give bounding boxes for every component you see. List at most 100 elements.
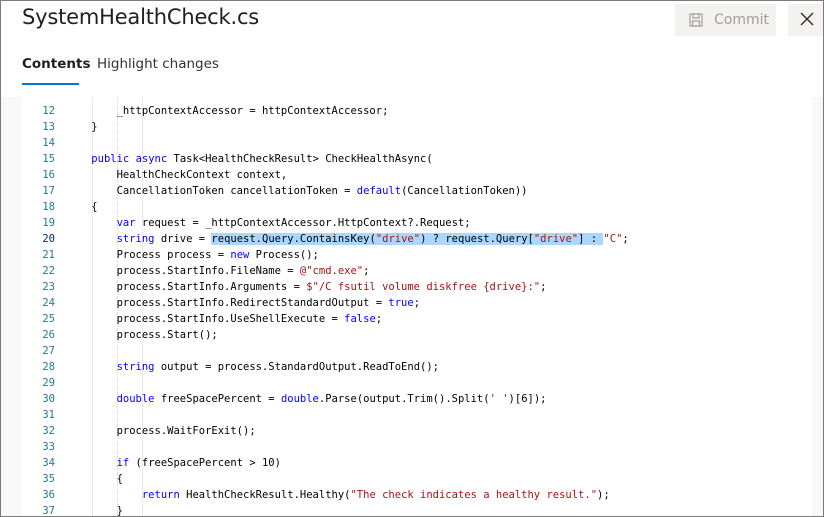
code-text: HealthCheckContext context, bbox=[66, 167, 288, 183]
active-tab-indicator bbox=[22, 83, 79, 85]
code-token: Task<HealthCheckResult> CheckHealthAsync… bbox=[167, 153, 433, 165]
code-line[interactable]: 33 bbox=[22, 439, 812, 455]
code-line[interactable]: 18 { bbox=[22, 199, 812, 215]
code-token: Process(); bbox=[249, 249, 319, 261]
code-token: "C" bbox=[603, 233, 623, 245]
code-token: HealthCheckResult.Healthy( bbox=[179, 489, 351, 501]
line-number: 35 bbox=[42, 473, 55, 485]
code-editor-content[interactable]: 12 _httpContextAccessor = httpContextAcc… bbox=[22, 97, 812, 517]
code-token: } bbox=[66, 505, 123, 517]
close-icon bbox=[800, 11, 814, 30]
code-token: string bbox=[116, 361, 155, 373]
code-line[interactable]: 12 _httpContextAccessor = httpContextAcc… bbox=[22, 103, 812, 119]
code-token: ; bbox=[413, 297, 421, 309]
code-token: process.StartInfo.FileName = bbox=[66, 265, 300, 277]
code-token: double bbox=[280, 393, 319, 405]
close-button[interactable] bbox=[788, 4, 823, 36]
code-token: Process process = bbox=[66, 249, 231, 261]
line-number: 32 bbox=[42, 425, 55, 437]
line-number: 12 bbox=[42, 105, 55, 117]
code-token: CancellationToken cancellationToken = bbox=[66, 185, 357, 197]
code-token: process.StartInfo.Arguments = bbox=[66, 281, 307, 293]
tab-highlight-changes[interactable]: Highlight changes bbox=[97, 56, 219, 72]
code-text: { bbox=[66, 471, 123, 487]
code-text: { bbox=[66, 199, 98, 215]
save-icon bbox=[688, 12, 704, 28]
code-token: public bbox=[91, 153, 130, 165]
code-line[interactable]: 24 process.StartInfo.RedirectStandardOut… bbox=[22, 295, 812, 311]
line-number: 14 bbox=[42, 137, 55, 149]
tab-contents[interactable]: Contents bbox=[22, 56, 91, 72]
code-token: default bbox=[356, 185, 402, 197]
code-line[interactable]: 35 { bbox=[22, 471, 812, 487]
code-line[interactable]: 34 if (freeSpacePercent > 10) bbox=[22, 455, 812, 471]
code-token: process.WaitForExit(); bbox=[66, 425, 256, 437]
line-number: 20 bbox=[42, 233, 55, 245]
code-token: double bbox=[116, 393, 155, 405]
code-text: process.StartInfo.UseShellExecute = fals… bbox=[66, 311, 383, 327]
code-line[interactable]: 13 } bbox=[22, 119, 812, 135]
line-number: 30 bbox=[42, 393, 55, 405]
code-token: @"cmd.exe" bbox=[299, 265, 364, 277]
code-text: process.Start(); bbox=[66, 327, 218, 343]
code-token: )[6]); bbox=[508, 393, 547, 405]
code-token: var bbox=[116, 217, 136, 229]
code-line[interactable]: 26 process.Start(); bbox=[22, 327, 812, 343]
code-line[interactable]: 30 double freeSpacePercent = double.Pars… bbox=[22, 391, 812, 407]
code-token: process.StartInfo.UseShellExecute = bbox=[66, 313, 345, 325]
code-line[interactable]: 37 } bbox=[22, 503, 812, 517]
code-token: { bbox=[66, 473, 123, 485]
code-token: process.StartInfo.RedirectStandardOutput… bbox=[66, 297, 389, 309]
code-line[interactable]: 21 Process process = new Process(); bbox=[22, 247, 812, 263]
code-line[interactable]: 28 string output = process.StandardOutpu… bbox=[22, 359, 812, 375]
code-line[interactable]: 14 bbox=[22, 135, 812, 151]
code-text: if (freeSpacePercent > 10) bbox=[66, 455, 281, 471]
code-token: ' ' bbox=[489, 393, 509, 405]
code-line[interactable]: 31 bbox=[22, 407, 812, 423]
code-token: $"/C fsutil volume diskfree {drive}:" bbox=[306, 281, 541, 293]
code-token: "drive" bbox=[533, 233, 579, 245]
code-line[interactable]: 17 CancellationToken cancellationToken =… bbox=[22, 183, 812, 199]
code-text: string drive = request.Query.ContainsKey… bbox=[66, 231, 629, 247]
line-number: 16 bbox=[42, 169, 55, 181]
code-line[interactable]: 27 bbox=[22, 343, 812, 359]
code-line[interactable]: 36 return HealthCheckResult.Healthy("The… bbox=[22, 487, 812, 503]
code-token: "The check indicates a healthy result." bbox=[350, 489, 598, 501]
code-text: } bbox=[66, 119, 97, 135]
line-number: 33 bbox=[42, 441, 55, 453]
code-line[interactable]: 32 process.WaitForExit(); bbox=[22, 423, 812, 439]
line-number: 27 bbox=[42, 345, 55, 357]
line-number: 13 bbox=[42, 121, 55, 133]
code-token: (CancellationToken)) bbox=[401, 185, 528, 197]
code-token: { bbox=[66, 201, 98, 213]
code-text: } bbox=[66, 503, 123, 517]
code-token: ; bbox=[363, 265, 370, 277]
line-number: 15 bbox=[42, 153, 55, 165]
line-number: 28 bbox=[42, 361, 55, 373]
code-token: ; bbox=[540, 281, 547, 293]
code-token: ) ? request.Query[ bbox=[420, 233, 534, 245]
code-text: string output = process.StandardOutput.R… bbox=[66, 359, 439, 375]
line-number: 17 bbox=[42, 185, 55, 197]
code-line[interactable]: 19 var request = _httpContextAccessor.Ht… bbox=[22, 215, 812, 231]
code-text: process.StartInfo.RedirectStandardOutput… bbox=[66, 295, 420, 311]
line-number: 23 bbox=[42, 281, 55, 293]
code-editor[interactable]: 12 _httpContextAccessor = httpContextAcc… bbox=[1, 97, 823, 517]
line-number: 37 bbox=[42, 505, 55, 517]
code-line[interactable]: 16 HealthCheckContext context, bbox=[22, 167, 812, 183]
code-text: CancellationToken cancellationToken = de… bbox=[66, 183, 528, 199]
code-line[interactable]: 23 process.StartInfo.Arguments = $"/C fs… bbox=[22, 279, 812, 295]
code-token: new bbox=[230, 249, 250, 261]
code-token: drive = bbox=[154, 233, 212, 245]
code-line[interactable]: 29 bbox=[22, 375, 812, 391]
file-title: SystemHealthCheck.cs bbox=[22, 5, 260, 29]
code-line[interactable]: 20 string drive = request.Query.Contains… bbox=[22, 231, 812, 247]
code-token: async bbox=[135, 153, 168, 165]
code-line[interactable]: 15 public async Task<HealthCheckResult> … bbox=[22, 151, 812, 167]
code-line[interactable]: 25 process.StartInfo.UseShellExecute = f… bbox=[22, 311, 812, 327]
commit-button[interactable]: Commit bbox=[675, 4, 776, 36]
code-line[interactable]: 22 process.StartInfo.FileName = @"cmd.ex… bbox=[22, 263, 812, 279]
code-text: process.StartInfo.Arguments = $"/C fsuti… bbox=[66, 279, 547, 295]
